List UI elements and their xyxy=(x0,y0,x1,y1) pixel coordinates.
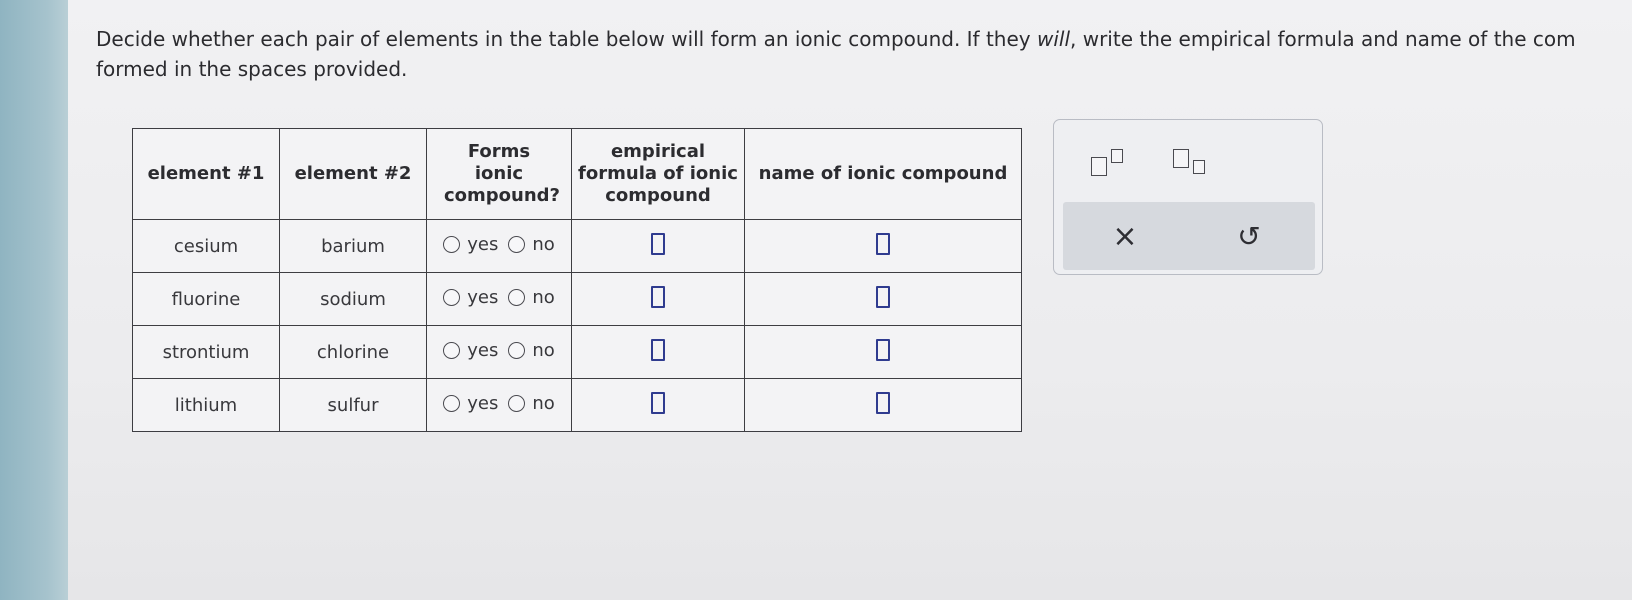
radio-circle-icon[interactable] xyxy=(443,236,461,253)
instructions-line-1: Decide whether each pair of elements in … xyxy=(96,27,1576,51)
left-sidebar-strip xyxy=(0,0,68,600)
cell-forms-ionic: yes no xyxy=(426,378,572,432)
clear-icon: × xyxy=(1112,218,1138,254)
compound-name-input[interactable] xyxy=(876,285,890,308)
table-header-row: element #1 element #2 Forms ionic compou… xyxy=(132,128,1022,220)
table-row: lithium sulfur yes no xyxy=(132,378,1022,432)
cell-compound-name xyxy=(744,272,1022,326)
compound-name-input[interactable] xyxy=(876,232,890,255)
radio-no[interactable]: no xyxy=(508,340,555,361)
radio-yes[interactable]: yes xyxy=(443,287,498,308)
compound-name-input[interactable] xyxy=(876,338,890,361)
cell-formula xyxy=(571,325,745,379)
formula-input[interactable] xyxy=(651,391,665,414)
table-row: cesium barium yes no xyxy=(132,219,1022,273)
cell-element-2: chlorine xyxy=(279,325,427,379)
cell-formula xyxy=(571,378,745,432)
radio-circle-icon[interactable] xyxy=(508,342,526,359)
radio-yes[interactable]: yes xyxy=(443,234,498,255)
cell-compound-name xyxy=(744,219,1022,273)
header-compound-name: name of ionic compound xyxy=(744,128,1022,220)
cell-element-1: cesium xyxy=(132,219,280,273)
cell-element-1: lithium xyxy=(132,378,280,432)
question-instructions: Decide whether each pair of elements in … xyxy=(96,24,1632,84)
cell-element-2: barium xyxy=(279,219,427,273)
cell-compound-name xyxy=(744,325,1022,379)
cell-formula xyxy=(571,219,745,273)
formula-input[interactable] xyxy=(651,338,665,361)
undo-button[interactable]: ↺ xyxy=(1227,214,1271,258)
formula-input[interactable] xyxy=(651,285,665,308)
radio-yes[interactable]: yes xyxy=(443,340,498,361)
math-palette: × ↺ xyxy=(1053,119,1323,275)
cell-compound-name xyxy=(744,378,1022,432)
subscript-button[interactable] xyxy=(1164,140,1214,184)
radio-yes[interactable]: yes xyxy=(443,393,498,414)
radio-circle-icon[interactable] xyxy=(508,236,526,253)
radio-circle-icon[interactable] xyxy=(508,289,526,306)
cell-element-1: strontium xyxy=(132,325,280,379)
palette-action-row: × ↺ xyxy=(1063,202,1315,270)
elements-table: element #1 element #2 Forms ionic compou… xyxy=(132,128,1022,432)
undo-icon: ↺ xyxy=(1237,219,1261,253)
header-forms-ionic: Forms ionic compound? xyxy=(426,128,572,220)
cell-element-2: sulfur xyxy=(279,378,427,432)
superscript-button[interactable] xyxy=(1082,140,1132,184)
radio-no[interactable]: no xyxy=(508,234,555,255)
header-empirical-formula: empirical formula of ionic compound xyxy=(571,128,745,220)
radio-circle-icon[interactable] xyxy=(443,289,461,306)
radio-no[interactable]: no xyxy=(508,287,555,308)
cell-forms-ionic: yes no xyxy=(426,219,572,273)
table-row: strontium chlorine yes no xyxy=(132,325,1022,379)
cell-element-1: fluorine xyxy=(132,272,280,326)
compound-name-input[interactable] xyxy=(876,391,890,414)
subscript-icon xyxy=(1171,147,1207,177)
radio-no[interactable]: no xyxy=(508,393,555,414)
instructions-line-2: formed in the spaces provided. xyxy=(96,57,408,81)
cell-forms-ionic: yes no xyxy=(426,272,572,326)
formula-input[interactable] xyxy=(651,232,665,255)
radio-circle-icon[interactable] xyxy=(443,342,461,359)
table-row: fluorine sodium yes no xyxy=(132,272,1022,326)
cell-forms-ionic: yes no xyxy=(426,325,572,379)
cell-element-2: sodium xyxy=(279,272,427,326)
cell-formula xyxy=(571,272,745,326)
clear-button[interactable]: × xyxy=(1103,214,1147,258)
header-element-2: element #2 xyxy=(279,128,427,220)
header-element-1: element #1 xyxy=(132,128,280,220)
radio-circle-icon[interactable] xyxy=(443,395,461,412)
radio-circle-icon[interactable] xyxy=(508,395,526,412)
superscript-icon xyxy=(1089,147,1125,177)
